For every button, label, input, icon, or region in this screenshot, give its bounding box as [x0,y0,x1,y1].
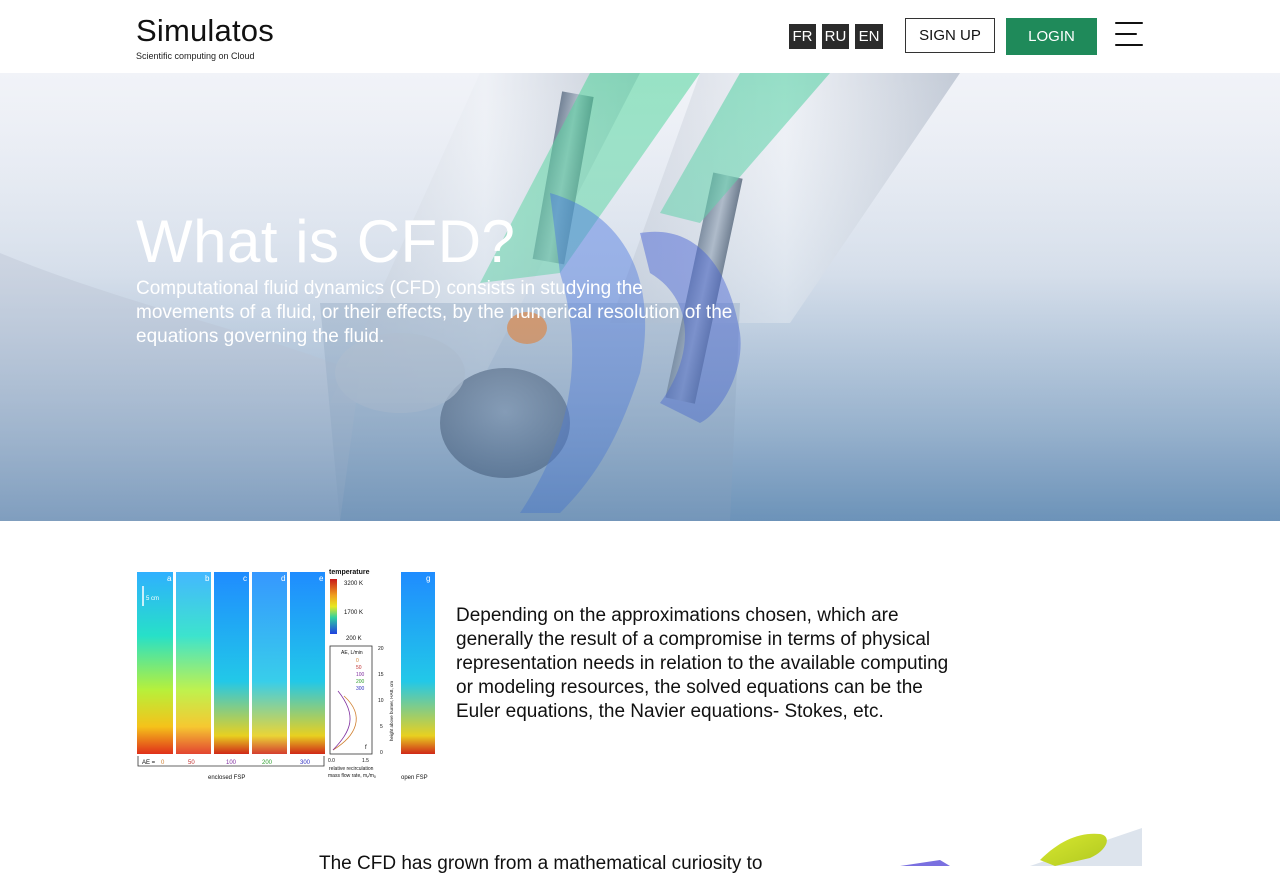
cfd-history-paragraph: The CFD has grown from a mathematical cu… [319,853,763,874]
ae-value-300: 300 [300,760,311,766]
x-tick-0: 0.0 [328,758,335,764]
y-tick-0: 0 [380,750,383,756]
login-button[interactable]: LOGIN [1006,18,1097,55]
brand-tagline: Scientific computing on Cloud [136,51,255,61]
cfd-tube-simulation-image [900,828,1142,866]
signup-button[interactable]: SIGN UP [905,18,995,53]
ae-value-100: 100 [226,760,237,766]
inset-legend-300: 300 [356,686,365,692]
language-switcher: FR RU EN [789,24,883,49]
inset-legend-200: 200 [356,679,365,685]
colorbar-tick-mid: 1700 K [344,610,363,616]
scale-label: 5 cm [146,596,159,602]
inset-legend-50: 50 [356,665,362,671]
panel-a-label: a [167,574,172,583]
hamburger-menu-icon[interactable] [1115,22,1143,46]
x-tick-1: 1.5 [362,758,369,764]
hero-title: What is CFD? [136,208,516,275]
hero-banner: What is CFD? Computational fluid dynamic… [0,73,1280,521]
y-tick-5: 5 [380,724,383,730]
open-fsp-label: open FSP [401,775,428,781]
hero-description: Computational fluid dynamics (CFD) consi… [136,278,733,347]
inset-legend-0: 0 [356,658,359,664]
panel-e-label: e [319,574,324,583]
y-tick-10: 10 [378,698,384,704]
colorbar-tick-max: 3200 K [344,581,363,587]
panel-g-label: g [426,574,430,583]
inset-x-axis-label-2: mass flow rate, mr/m0 [328,773,376,779]
lang-ru-button[interactable]: RU [822,24,849,49]
enclosed-fsp-label: enclosed FSP [208,775,245,781]
inset-legend-title: AE, L/min [341,650,363,656]
inset-x-axis-label-1: relative recirculation [329,766,374,772]
y-tick-15: 15 [378,672,384,678]
ae-value-200: 200 [262,760,273,766]
ae-value-50: 50 [188,760,195,766]
cfd-equations-paragraph: Depending on the approximations chosen, … [456,605,949,722]
site-header: Simulatos Scientific computing on Cloud … [0,0,1280,73]
panel-b-label: b [205,574,210,583]
panel-d-label: d [281,574,285,583]
ae-prefix: AE = [142,760,156,766]
panel-c-label: c [243,574,247,583]
y-tick-20: 20 [378,646,384,652]
brand[interactable]: Simulatos Scientific computing on Cloud [136,14,274,62]
cfd-flame-simulation-figure: 5 cm a b c d e g temperature 3200 K 1700… [137,569,435,781]
lang-en-button[interactable]: EN [855,24,883,49]
lang-fr-button[interactable]: FR [789,24,816,49]
colorbar-tick-min: 200 K [346,636,362,642]
colorbar-title: temperature [329,569,370,576]
brand-name[interactable]: Simulatos [136,14,274,48]
inset-legend-100: 100 [356,672,365,678]
inset-y-axis-label: height above burner, HAB, cm [389,681,394,741]
ae-value-0: 0 [161,760,165,766]
